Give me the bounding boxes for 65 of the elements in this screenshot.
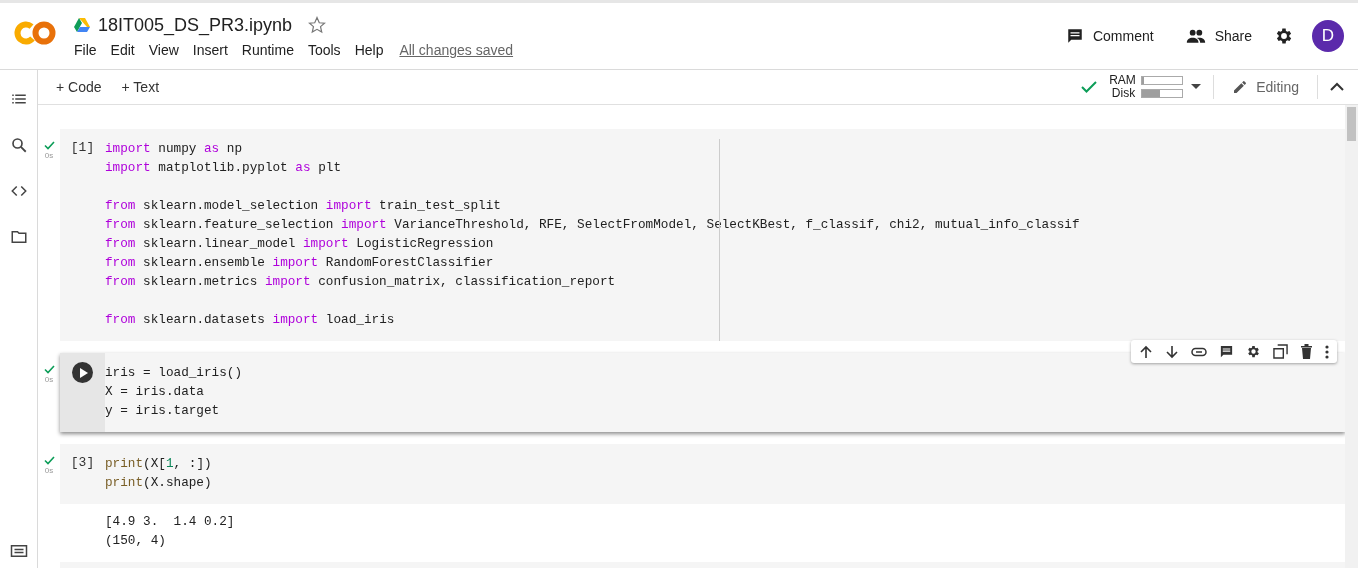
- star-icon[interactable]: [308, 16, 327, 34]
- notebook-title[interactable]: 18IT005_DS_PR3.ipynb: [98, 14, 293, 36]
- output-line: (150, 4): [105, 532, 167, 550]
- code-line: X = iris.data: [105, 383, 205, 401]
- add-text-button[interactable]: + Text: [115, 75, 166, 99]
- play-icon: [79, 367, 88, 378]
- menu-item[interactable]: Insert: [192, 41, 228, 58]
- menu-item[interactable]: View: [148, 41, 179, 58]
- run-button[interactable]: [72, 362, 93, 383]
- execution-time: 0s: [44, 151, 54, 160]
- add-code-button[interactable]: + Code: [50, 75, 108, 99]
- ram-label: RAM: [1109, 74, 1136, 87]
- scrollbar-thumb[interactable]: [1347, 107, 1356, 141]
- code-line: import matplotlib.pyplot as plt: [105, 159, 343, 177]
- comment-icon: [1065, 27, 1084, 45]
- save-status-link[interactable]: All changes saved: [399, 41, 514, 58]
- execution-time: 0s: [44, 466, 54, 475]
- pencil-icon: [1232, 79, 1249, 95]
- settings-icon[interactable]: [1246, 344, 1261, 359]
- user-avatar[interactable]: D: [1312, 20, 1344, 52]
- more-options-icon[interactable]: [1325, 344, 1329, 359]
- menu-item[interactable]: Runtime: [241, 41, 294, 58]
- collapse-icon[interactable]: [1330, 82, 1344, 92]
- code-line: iris = load_iris(): [105, 364, 243, 382]
- editing-mode-button[interactable]: Editing: [1226, 75, 1305, 99]
- code-cell[interactable]: [3] print(X[1, :]) print(X.shape): [60, 444, 1345, 504]
- code-line: print(X.shape): [105, 474, 212, 492]
- code-line: print(X[1, :]): [105, 455, 212, 473]
- mirror-cell-icon[interactable]: [1273, 344, 1288, 359]
- ram-meter[interactable]: [1141, 76, 1184, 85]
- code-line: from sklearn.datasets import load_iris: [105, 311, 396, 329]
- code-cell[interactable]: [60, 129, 1345, 341]
- menu-item[interactable]: Help: [354, 41, 384, 58]
- code-line: from sklearn.linear_model import LogisticRegression: [105, 235, 495, 253]
- comment-button[interactable]: Comment: [1057, 23, 1162, 49]
- terminal-icon[interactable]: [9, 542, 28, 560]
- output-line: [4.9 3. 1.4 0.2]: [105, 513, 236, 531]
- people-icon: [1185, 28, 1206, 44]
- code-line: from sklearn.model_selection import train_test_split: [105, 197, 502, 215]
- menu-item[interactable]: Edit: [110, 41, 135, 58]
- settings-icon[interactable]: [1274, 26, 1294, 46]
- disk-meter[interactable]: [1141, 89, 1184, 98]
- code-line: y = iris.target: [105, 402, 221, 420]
- execution-count: [3]: [70, 454, 95, 472]
- comment-icon[interactable]: [1219, 344, 1234, 359]
- dropdown-caret-icon[interactable]: [1191, 84, 1202, 90]
- code-cell[interactable]: iris = load_iris() X = iris.data y = iris.target: [60, 353, 1345, 432]
- share-button[interactable]: Share: [1177, 24, 1260, 48]
- code-line: from sklearn.metrics import confusion_matrix, classification_report: [105, 273, 617, 291]
- code-line: from sklearn.feature_selection import VarianceThreshold, RFE, SelectFromModel, SelectKBest, f_classif, chi2, mutual_info_classif: [105, 216, 1080, 234]
- folder-icon[interactable]: [9, 228, 28, 246]
- search-icon[interactable]: [9, 136, 28, 154]
- colab-logo[interactable]: [14, 20, 56, 46]
- move-down-icon[interactable]: [1165, 344, 1179, 359]
- code-line: import numpy as np: [105, 140, 244, 158]
- menu-item[interactable]: Tools: [307, 41, 341, 58]
- execution-count: [1]: [70, 139, 95, 157]
- code-line: from sklearn.ensemble import RandomForestClassifier: [105, 254, 495, 272]
- move-up-icon[interactable]: [1139, 344, 1153, 359]
- disk-label: Disk: [1110, 87, 1136, 100]
- delete-icon[interactable]: [1300, 344, 1313, 359]
- link-icon[interactable]: [1191, 346, 1207, 357]
- execution-time: 0s: [44, 375, 54, 384]
- drive-icon: [74, 18, 90, 32]
- menu-item[interactable]: File: [74, 41, 97, 58]
